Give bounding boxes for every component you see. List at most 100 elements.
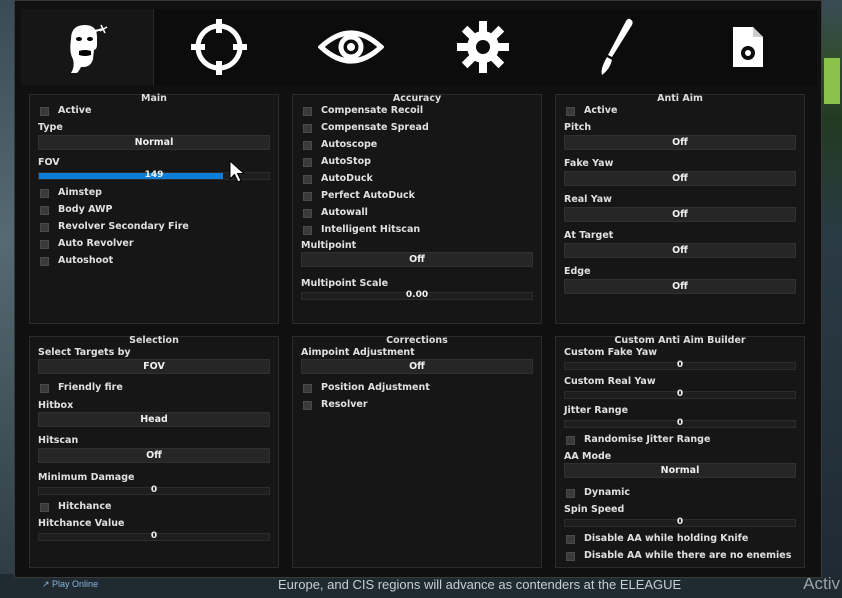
- checkbox-randomise-jitter[interactable]: [566, 436, 575, 445]
- eye-icon: [318, 30, 384, 64]
- checkbox-label: Dynamic: [584, 487, 631, 498]
- checkbox-auto-revolver[interactable]: [40, 240, 49, 249]
- checkbox-active[interactable]: [40, 107, 49, 116]
- checkbox-label: AutoStop: [321, 156, 371, 167]
- custom-fake-yaw-slider[interactable]: 0: [564, 360, 796, 370]
- real-yaw-dropdown[interactable]: Off: [564, 207, 796, 222]
- hitbox-dropdown[interactable]: Head: [38, 412, 270, 427]
- at-target-dropdown[interactable]: Off: [564, 243, 796, 258]
- checkbox-aimstep[interactable]: [40, 189, 49, 198]
- edge-dropdown[interactable]: Off: [564, 279, 796, 294]
- field-label: Minimum Damage: [38, 472, 135, 483]
- hitchance-value-slider[interactable]: 0: [38, 531, 270, 541]
- paintbrush-icon: [601, 18, 633, 75]
- checkbox-label: Body AWP: [58, 204, 113, 215]
- checkbox-aa-active[interactable]: [566, 107, 575, 116]
- aimpoint-adjustment-dropdown[interactable]: Off: [301, 359, 533, 374]
- select-targets-dropdown[interactable]: FOV: [38, 359, 270, 374]
- tab-ragebot[interactable]: [21, 9, 154, 85]
- tab-config[interactable]: [681, 9, 813, 85]
- checkbox-position-adjustment[interactable]: [303, 384, 312, 393]
- news-ticker: Europe, and CIS regions will advance as …: [278, 577, 682, 592]
- aa-mode-dropdown[interactable]: Normal: [564, 463, 796, 478]
- custom-real-yaw-slider[interactable]: 0: [564, 389, 796, 399]
- crosshair-icon: [191, 19, 247, 75]
- head-target-icon: [70, 24, 108, 73]
- checkbox-autowall[interactable]: [303, 209, 312, 218]
- checkbox-resolver[interactable]: [303, 401, 312, 410]
- checkbox-compensate-recoil[interactable]: [303, 107, 312, 116]
- cheat-menu-window: Main Active Type Normal FOV 149 Aimstep …: [14, 0, 822, 578]
- checkbox-disable-aa-no-enemies[interactable]: [566, 552, 575, 561]
- field-label: AA Mode: [564, 451, 612, 462]
- checkbox-label: Aimstep: [58, 187, 102, 198]
- slider-value: 0: [150, 485, 158, 495]
- slider-value: 0: [676, 389, 684, 399]
- panel-title-builder: Custom Anti Aim Builder: [614, 335, 746, 346]
- tab-misc[interactable]: [417, 9, 549, 85]
- field-label: FOV: [38, 157, 60, 168]
- checkbox-label: AutoDuck: [321, 173, 373, 184]
- pitch-dropdown[interactable]: Off: [564, 135, 796, 150]
- checkbox-autostop[interactable]: [303, 158, 312, 167]
- spin-speed-slider[interactable]: 0: [564, 517, 796, 527]
- panel-title-selection: Selection: [129, 335, 179, 346]
- checkbox-autoshoot[interactable]: [40, 257, 49, 266]
- slider-value: 0.00: [405, 290, 429, 300]
- field-label: Aimpoint Adjustment: [301, 347, 415, 358]
- field-label: Custom Real Yaw: [564, 376, 656, 387]
- tab-legitbot[interactable]: [153, 9, 285, 85]
- field-label: Hitchance Value: [38, 518, 125, 529]
- slider-value: 0: [676, 517, 684, 527]
- field-label: Real Yaw: [564, 194, 612, 205]
- field-label: Select Targets by: [38, 347, 131, 358]
- slider-value: 0: [676, 360, 684, 370]
- checkbox-label: Auto Revolver: [58, 238, 134, 249]
- panel-title-corrections: Corrections: [386, 335, 448, 346]
- field-label: Hitscan: [38, 435, 79, 446]
- checkbox-label: Disable AA while there are no enemies: [584, 550, 792, 561]
- tab-skins[interactable]: [549, 9, 681, 85]
- checkbox-label: Autoscope: [321, 139, 378, 150]
- checkbox-perfect-autoduck[interactable]: [303, 192, 312, 201]
- checkbox-autoscope[interactable]: [303, 141, 312, 150]
- checkbox-label: Position Adjustment: [321, 382, 430, 393]
- jitter-range-slider[interactable]: 0: [564, 418, 796, 428]
- checkbox-dynamic[interactable]: [566, 489, 575, 498]
- hitscan-dropdown[interactable]: Off: [38, 448, 270, 463]
- tab-visuals[interactable]: [285, 9, 417, 85]
- checkbox-label: Hitchance: [58, 501, 112, 512]
- field-label: Jitter Range: [564, 405, 629, 416]
- field-label: At Target: [564, 230, 614, 241]
- checkbox-revolver-secondary[interactable]: [40, 223, 49, 232]
- panel-corrections: Corrections Aimpoint Adjustment Off Posi…: [292, 335, 542, 568]
- multipoint-scale-slider[interactable]: 0.00: [301, 290, 533, 300]
- checkbox-autoduck[interactable]: [303, 175, 312, 184]
- checkbox-body-awp[interactable]: [40, 206, 49, 215]
- checkbox-compensate-spread[interactable]: [303, 124, 312, 133]
- checkbox-label: Autoshoot: [58, 255, 114, 266]
- field-label: Fake Yaw: [564, 158, 614, 169]
- field-label: Spin Speed: [564, 504, 625, 515]
- minimum-damage-slider[interactable]: 0: [38, 485, 270, 495]
- type-dropdown[interactable]: Normal: [38, 135, 270, 150]
- panel-title-main: Main: [141, 93, 167, 104]
- checkbox-label: Intelligent Hitscan: [321, 224, 421, 235]
- checkbox-disable-aa-knife[interactable]: [566, 535, 575, 544]
- play-online-link[interactable]: ↗ Play Online: [42, 579, 98, 590]
- multipoint-dropdown[interactable]: Off: [301, 252, 533, 267]
- gear-icon: [457, 21, 509, 73]
- field-label: Custom Fake Yaw: [564, 347, 658, 358]
- checkbox-intelligent-hitscan[interactable]: [303, 226, 312, 235]
- checkbox-label: Compensate Recoil: [321, 105, 424, 116]
- checkbox-label: Compensate Spread: [321, 122, 429, 133]
- checkbox-label: Randomise Jitter Range: [584, 434, 711, 445]
- field-label: Edge: [564, 266, 591, 277]
- config-file-icon: [733, 27, 763, 67]
- checkbox-friendly-fire[interactable]: [40, 384, 49, 393]
- checkbox-label: Revolver Secondary Fire: [58, 221, 189, 232]
- fake-yaw-dropdown[interactable]: Off: [564, 171, 796, 186]
- checkbox-hitchance[interactable]: [40, 503, 49, 512]
- checkbox-label: Perfect AutoDuck: [321, 190, 415, 201]
- checkbox-label: Active: [584, 105, 618, 116]
